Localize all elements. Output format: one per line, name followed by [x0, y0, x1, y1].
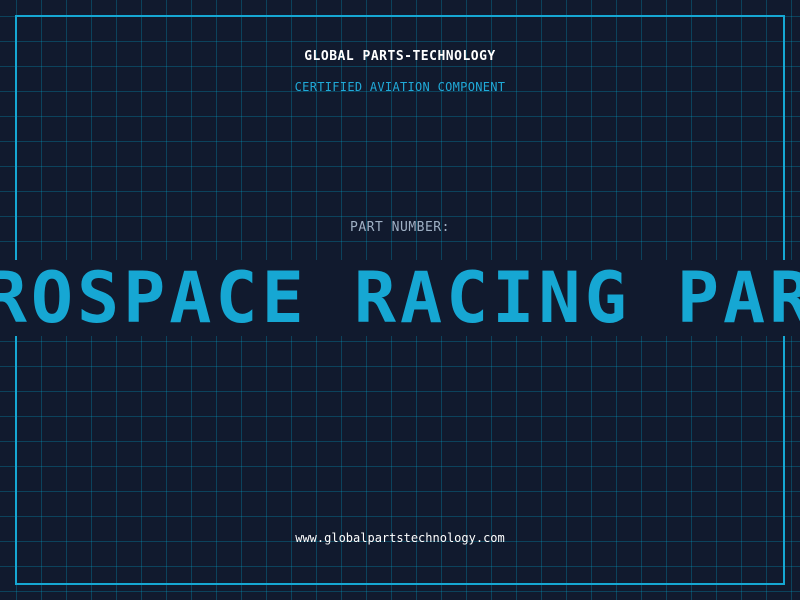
company-name: GLOBAL PARTS-TECHNOLOGY — [304, 49, 496, 64]
part-number-banner: AEROSPACE RACING PARTS — [0, 260, 800, 336]
part-number-value: AEROSPACE RACING PARTS — [0, 260, 800, 336]
certification-subtitle: CERTIFIED AVIATION COMPONENT — [294, 80, 506, 94]
website-url: www.globalpartstechnology.com — [295, 531, 505, 545]
part-number-label: PART NUMBER: — [350, 220, 450, 235]
